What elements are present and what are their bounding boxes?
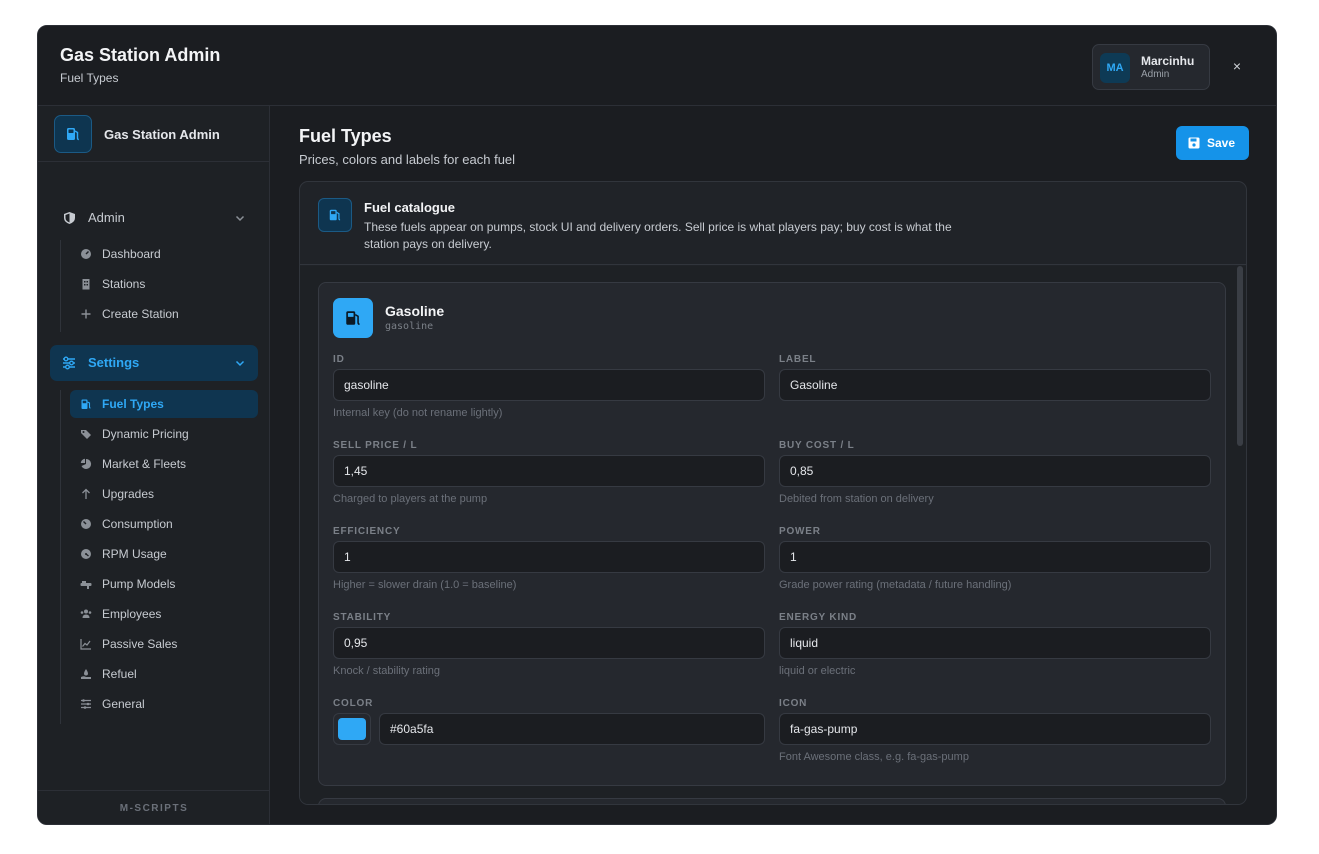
- gauge-icon: [80, 248, 92, 260]
- buy-cost-input[interactable]: [779, 455, 1211, 487]
- sidebar-item-pump-models[interactable]: Pump Models: [70, 570, 258, 598]
- plus-icon: [80, 308, 92, 320]
- sidebar: Gas Station Admin Admin Dashboard Statio…: [38, 106, 270, 824]
- user-chip[interactable]: MA Marcinhu Admin: [1092, 44, 1210, 90]
- sidebar-item-create-station[interactable]: Create Station: [70, 300, 258, 328]
- fuel-card: [318, 798, 1226, 804]
- sidebar-item-dynamic-pricing[interactable]: Dynamic Pricing: [70, 420, 258, 448]
- gas-pump-icon: [318, 198, 352, 232]
- app-title: Gas Station Admin: [60, 45, 221, 65]
- hand-holding-icon: [80, 668, 92, 680]
- efficiency-input[interactable]: [333, 541, 765, 573]
- pump-model-icon: [80, 578, 92, 590]
- floppy-disk-icon: [1188, 137, 1200, 149]
- sidebar-brand: Gas Station Admin: [38, 106, 270, 162]
- gauge-icon: [80, 518, 92, 530]
- chevron-down-icon: [234, 356, 246, 368]
- app-window: Gas Station Admin Fuel Types MA Marcinhu…: [37, 25, 1277, 825]
- page-subtitle: Prices, colors and labels for each fuel: [299, 152, 516, 167]
- pie-chart-icon: [80, 458, 92, 470]
- avatar: MA: [1100, 53, 1130, 83]
- user-name: Marcinhu: [1141, 54, 1195, 68]
- sliders-icon: [80, 698, 92, 710]
- sidebar-item-dashboard[interactable]: Dashboard: [70, 240, 258, 268]
- sidebar-group-admin[interactable]: Admin: [50, 200, 258, 236]
- sidebar-item-general[interactable]: General: [70, 690, 258, 718]
- sidebar-group-label: Settings: [88, 355, 140, 370]
- power-input[interactable]: [779, 541, 1211, 573]
- id-input[interactable]: [333, 369, 765, 401]
- sidebar-item-employees[interactable]: Employees: [70, 600, 258, 628]
- fuel-name: Gasoline: [385, 303, 445, 319]
- users-icon: [80, 608, 92, 620]
- tachometer-icon: [80, 548, 92, 560]
- label-input[interactable]: [779, 369, 1211, 401]
- sidebar-item-market-fleets[interactable]: Market & Fleets: [70, 450, 258, 478]
- chevron-down-icon: [234, 211, 246, 223]
- sliders-icon: [62, 356, 76, 370]
- sidebar-item-stations[interactable]: Stations: [70, 270, 258, 298]
- sidebar-footer: M-SCRIPTS: [38, 790, 270, 824]
- color-swatch-fill: [338, 718, 366, 740]
- panel-header: Fuel catalogue These fuels appear on pum…: [300, 182, 1246, 265]
- sidebar-item-consumption[interactable]: Consumption: [70, 510, 258, 538]
- user-role: Admin: [1141, 69, 1170, 80]
- page-title: Fuel Types: [299, 126, 392, 146]
- scrollbar[interactable]: [1237, 266, 1243, 446]
- stability-input[interactable]: [333, 627, 765, 659]
- color-input[interactable]: [379, 713, 765, 745]
- sidebar-item-upgrades[interactable]: Upgrades: [70, 480, 258, 508]
- brand-name: Gas Station Admin: [104, 127, 220, 142]
- sell-price-input[interactable]: [333, 455, 765, 487]
- sidebar-item-fuel-types[interactable]: Fuel Types: [70, 390, 258, 418]
- gas-pump-icon: [333, 298, 373, 338]
- fuel-catalogue-panel: Fuel catalogue These fuels appear on pum…: [299, 181, 1247, 805]
- panel-description: These fuels appear on pumps, stock UI an…: [364, 220, 952, 251]
- tags-icon: [80, 428, 92, 440]
- admin-nav-list: Dashboard Stations Create Station: [60, 240, 249, 332]
- settings-nav-list: Fuel Types Dynamic Pricing Market & Flee…: [60, 390, 258, 724]
- sidebar-group-label: Admin: [88, 210, 125, 225]
- fuel-key: gasoline: [385, 321, 434, 332]
- sidebar-item-passive-sales[interactable]: Passive Sales: [70, 630, 258, 658]
- main-content: Fuel Types Prices, colors and labels for…: [271, 106, 1276, 824]
- sidebar-item-refuel[interactable]: Refuel: [70, 660, 258, 688]
- icon-input[interactable]: [779, 713, 1211, 745]
- top-bar: Gas Station Admin Fuel Types MA Marcinhu…: [38, 26, 1276, 106]
- shield-icon: [62, 211, 76, 225]
- panel-title: Fuel catalogue: [364, 200, 456, 215]
- close-button[interactable]: ×: [1228, 57, 1246, 75]
- gas-pump-icon: [80, 398, 92, 410]
- app-subtitle: Fuel Types: [60, 71, 119, 85]
- gas-pump-icon: [54, 115, 92, 153]
- sidebar-item-rpm-usage[interactable]: RPM Usage: [70, 540, 258, 568]
- color-swatch[interactable]: [333, 713, 371, 745]
- panel-body: Gasoline gasoline ID Internal key (do no…: [300, 266, 1246, 804]
- line-chart-icon: [80, 638, 92, 650]
- fuel-card: Gasoline gasoline ID Internal key (do no…: [318, 282, 1226, 786]
- sidebar-group-settings[interactable]: Settings: [50, 345, 258, 381]
- arrow-up-icon: [80, 488, 92, 500]
- save-button[interactable]: Save: [1176, 126, 1249, 160]
- energy-kind-input[interactable]: [779, 627, 1211, 659]
- save-button-label: Save: [1207, 136, 1236, 150]
- building-icon: [80, 278, 92, 290]
